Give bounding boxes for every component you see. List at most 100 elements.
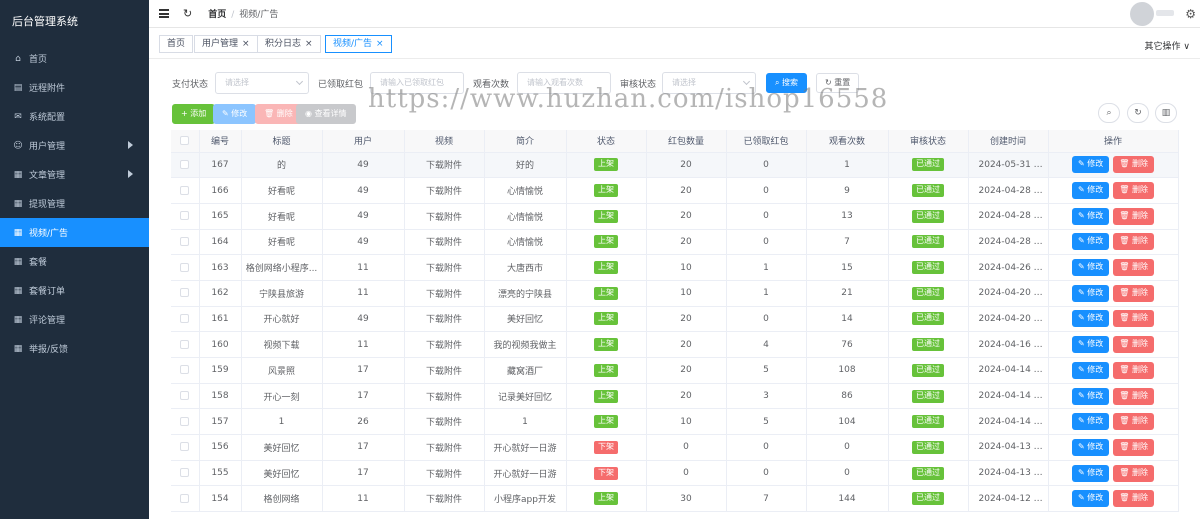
- row-delete-button[interactable]: 🗑 删除: [1113, 259, 1154, 277]
- row-checkbox-cell[interactable]: [171, 254, 200, 281]
- sidebar-item[interactable]: ▦ 视频/广告: [0, 218, 149, 247]
- row-delete-button[interactable]: 🗑 删除: [1113, 182, 1154, 200]
- row-delete-button[interactable]: 🗑 删除: [1113, 207, 1154, 225]
- delete-button[interactable]: 🗑 删除: [255, 104, 302, 124]
- row-checkbox-cell[interactable]: [171, 152, 200, 179]
- sidebar-item[interactable]: ▦ 套餐: [0, 247, 149, 276]
- row-edit-button[interactable]: ✎ 修改: [1072, 156, 1110, 174]
- row-checkbox[interactable]: [180, 416, 190, 426]
- row-checkbox[interactable]: [180, 262, 190, 272]
- select-all-checkbox-cell[interactable]: [171, 130, 200, 153]
- row-checkbox-cell[interactable]: [171, 203, 200, 230]
- audit-status-select[interactable]: 请选择: [662, 72, 756, 94]
- row-edit-button[interactable]: ✎ 修改: [1072, 182, 1110, 200]
- row-edit-button[interactable]: ✎ 修改: [1072, 336, 1110, 354]
- table-row[interactable]: 162 宁陕县旅游 11 下载附件 漂亮的宁陕县 上架 10 1 21 已通过 2024-04-20…: [171, 280, 1179, 307]
- row-checkbox-cell[interactable]: [171, 357, 200, 384]
- row-delete-button[interactable]: 🗑 删除: [1113, 310, 1154, 328]
- table-row[interactable]: 155 美好回忆 17 下载附件 开心就好一日游 下架 0 0 0 已通过 2024-04-13 1…: [171, 460, 1179, 487]
- add-button[interactable]: + 添加: [172, 104, 216, 124]
- row-checkbox[interactable]: [180, 339, 190, 349]
- reset-button[interactable]: ↻ 重置: [816, 73, 860, 93]
- columns-button[interactable]: ▥: [1155, 103, 1177, 123]
- sidebar-item[interactable]: ▦ 评论管理: [0, 305, 149, 334]
- row-checkbox[interactable]: [180, 365, 190, 375]
- sidebar-item[interactable]: ⌂ 首页: [0, 44, 149, 73]
- row-checkbox[interactable]: [180, 211, 190, 221]
- tab-tag[interactable]: 视频/广告 ×: [325, 35, 392, 53]
- close-icon[interactable]: ×: [242, 39, 250, 49]
- edit-button[interactable]: ✎ 修改: [213, 104, 257, 124]
- views-input[interactable]: 请输入观看次数: [517, 72, 611, 94]
- row-edit-button[interactable]: ✎ 修改: [1072, 233, 1110, 251]
- refresh-button[interactable]: ↻: [1127, 103, 1149, 123]
- row-delete-button[interactable]: 🗑 删除: [1113, 413, 1154, 431]
- tab-tag[interactable]: 积分日志 ×: [257, 35, 321, 53]
- sidebar-item[interactable]: ☺ 用户管理: [0, 131, 149, 160]
- row-edit-button[interactable]: ✎ 修改: [1072, 387, 1110, 405]
- table-row[interactable]: 163 格创网络小程序... 11 下载附件 大唐西市 上架 10 1 15 已通过 2024-04…: [171, 254, 1179, 281]
- row-edit-button[interactable]: ✎ 修改: [1072, 464, 1110, 482]
- redpacket-input[interactable]: 请输入已领取红包: [370, 72, 464, 94]
- table-row[interactable]: 156 美好回忆 17 下载附件 开心就好一日游 下架 0 0 0 已通过 2024-04-13 1…: [171, 434, 1179, 461]
- tab-tag[interactable]: 用户管理 ×: [194, 35, 258, 53]
- row-edit-button[interactable]: ✎ 修改: [1072, 361, 1110, 379]
- table-row[interactable]: 160 视频下载 11 下载附件 我的视频我做主 上架 20 4 76 已通过 2024-04-16…: [171, 331, 1179, 358]
- row-checkbox[interactable]: [180, 288, 190, 298]
- sidebar-item[interactable]: ▤ 远程附件: [0, 73, 149, 102]
- close-icon[interactable]: ×: [305, 39, 313, 49]
- row-checkbox-cell[interactable]: [171, 306, 200, 333]
- sidebar-item[interactable]: ▦ 套餐订单: [0, 276, 149, 305]
- row-delete-button[interactable]: 🗑 删除: [1113, 490, 1154, 508]
- row-delete-button[interactable]: 🗑 删除: [1113, 387, 1154, 405]
- table-row[interactable]: 161 开心就好 49 下载附件 美好回忆 上架 20 0 14 已通过 2024-04-20 15…: [171, 306, 1179, 333]
- row-edit-button[interactable]: ✎ 修改: [1072, 413, 1110, 431]
- table-row[interactable]: 159 风景照 17 下载附件 藏窝酒厂 上架 20 5 108 已通过 2024-04-14 11…: [171, 357, 1179, 384]
- sidebar-item[interactable]: ▦ 举报/反馈: [0, 334, 149, 363]
- row-delete-button[interactable]: 🗑 删除: [1113, 464, 1154, 482]
- row-checkbox-cell[interactable]: [171, 460, 200, 487]
- search-button[interactable]: ⌕ 搜索: [766, 73, 808, 93]
- sidebar-item[interactable]: ▦ 文章管理: [0, 160, 149, 189]
- user-name-placeholder[interactable]: [1156, 10, 1174, 16]
- row-checkbox-cell[interactable]: [171, 177, 200, 204]
- row-edit-button[interactable]: ✎ 修改: [1072, 284, 1110, 302]
- row-checkbox-cell[interactable]: [171, 383, 200, 410]
- row-checkbox[interactable]: [180, 313, 190, 323]
- sidebar-item[interactable]: ▦ 提现管理: [0, 189, 149, 218]
- row-edit-button[interactable]: ✎ 修改: [1072, 207, 1110, 225]
- row-checkbox-cell[interactable]: [171, 229, 200, 256]
- row-delete-button[interactable]: 🗑 删除: [1113, 284, 1154, 302]
- row-checkbox[interactable]: [180, 159, 190, 169]
- row-delete-button[interactable]: 🗑 删除: [1113, 336, 1154, 354]
- row-checkbox[interactable]: [180, 391, 190, 401]
- table-row[interactable]: 157126下载附件1上架105104已通过2024-04-14 11:...✎…: [171, 408, 1179, 436]
- table-row[interactable]: 164好看呢49下载附件心情愉悦 上架 2007 已通过 2024-04-28 18:.…: [171, 229, 1179, 256]
- row-checkbox[interactable]: [180, 236, 190, 246]
- row-checkbox-cell[interactable]: [171, 485, 200, 513]
- row-checkbox[interactable]: [180, 468, 190, 478]
- refresh-icon[interactable]: ↻: [183, 7, 192, 20]
- row-delete-button[interactable]: 🗑 删除: [1113, 361, 1154, 379]
- breadcrumb-home[interactable]: 首页: [208, 10, 226, 20]
- table-row[interactable]: 154 格创网络 11 下载附件 小程序app开发 上架 30 7 144 已通过 2024-04-…: [171, 485, 1179, 513]
- row-checkbox[interactable]: [180, 493, 190, 503]
- view-detail-button[interactable]: ◉ 查看详情: [296, 104, 356, 124]
- avatar[interactable]: [1130, 2, 1154, 26]
- row-checkbox[interactable]: [180, 442, 190, 452]
- row-delete-button[interactable]: 🗑 删除: [1113, 156, 1154, 174]
- row-checkbox-cell[interactable]: [171, 331, 200, 358]
- row-edit-button[interactable]: ✎ 修改: [1072, 259, 1110, 277]
- sidebar-item[interactable]: ✉ 系统配置: [0, 102, 149, 131]
- row-edit-button[interactable]: ✎ 修改: [1072, 490, 1110, 508]
- pay-status-select[interactable]: 请选择: [215, 72, 309, 94]
- table-row[interactable]: 165 好看呢 49 下载附件 心情愉悦 上架 20 0 13 已通过 2024-04-28 18:…: [171, 203, 1179, 230]
- row-edit-button[interactable]: ✎ 修改: [1072, 310, 1110, 328]
- row-delete-button[interactable]: 🗑 删除: [1113, 233, 1154, 251]
- close-icon[interactable]: ×: [376, 39, 384, 49]
- row-checkbox-cell[interactable]: [171, 280, 200, 307]
- row-checkbox-cell[interactable]: [171, 408, 200, 436]
- gear-icon[interactable]: ⚙: [1185, 7, 1196, 21]
- row-checkbox-cell[interactable]: [171, 434, 200, 461]
- table-row[interactable]: 166好看呢49下载附件心情愉悦 上架 2009 已通过 2024-04-28 18:.…: [171, 177, 1179, 204]
